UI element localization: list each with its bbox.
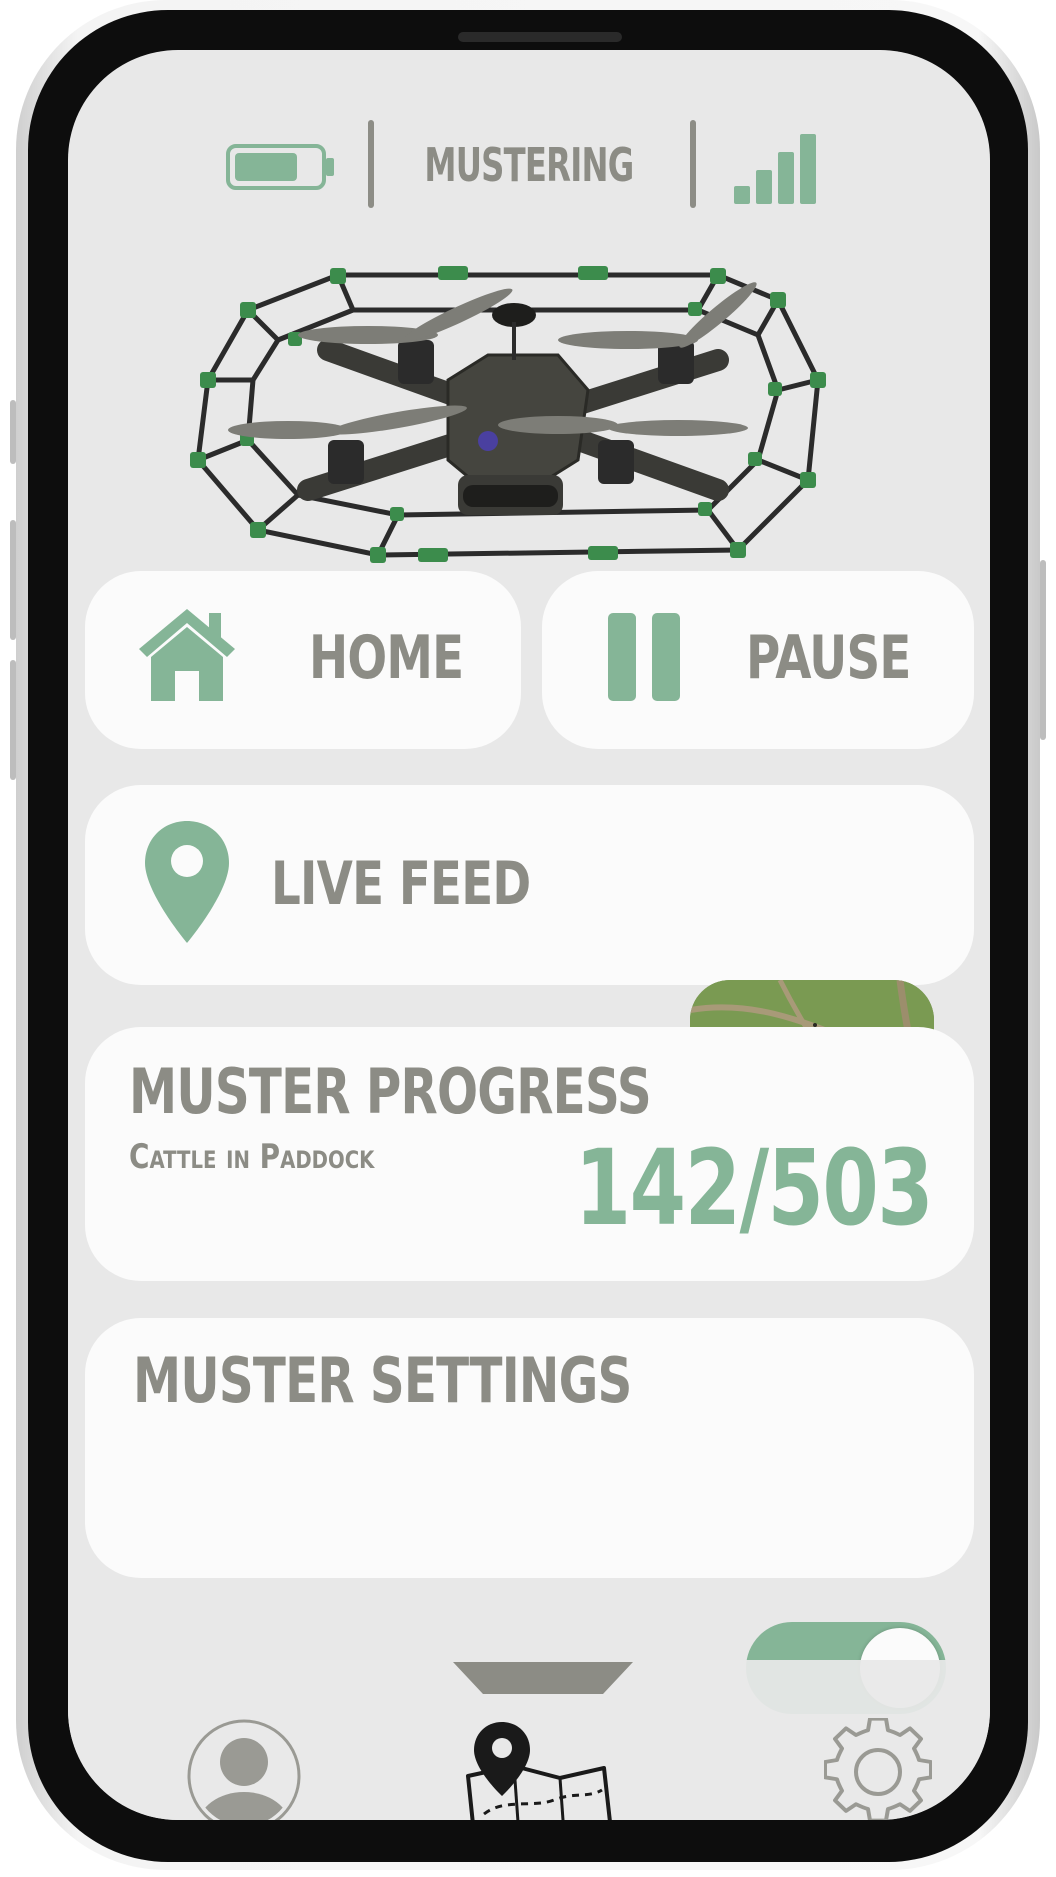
status-divider	[690, 120, 696, 208]
muster-count: 142/503	[574, 1127, 934, 1249]
nav-handle[interactable]	[453, 1662, 633, 1696]
live-feed-label: LIVE FEED	[271, 849, 531, 919]
signal-bar	[778, 152, 794, 204]
gear-icon[interactable]	[824, 1718, 932, 1820]
pause-button[interactable]: PAUSE	[542, 571, 974, 749]
muster-settings-card[interactable]: MUSTER SETTINGS	[85, 1318, 974, 1578]
side-button	[10, 520, 16, 640]
battery-icon	[226, 144, 334, 190]
pause-icon	[608, 613, 680, 701]
phone-frame: MUSTERING HOME PAUSE LIVE FEED MUSTER PR…	[10, 0, 1046, 1877]
home-button[interactable]: HOME	[85, 571, 521, 749]
muster-progress-subtitle: Cattle in Paddock	[129, 1137, 375, 1177]
pause-label: PAUSE	[746, 623, 911, 693]
side-button	[10, 660, 16, 780]
house-icon	[139, 609, 235, 701]
speaker-grille	[458, 32, 622, 42]
status-divider	[368, 120, 374, 208]
app-screen: MUSTERING HOME PAUSE LIVE FEED MUSTER PR…	[68, 50, 990, 1820]
live-feed-button[interactable]: LIVE FEED	[85, 785, 974, 985]
map-icon[interactable]	[464, 1718, 614, 1820]
muster-progress-title: MUSTER PROGRESS	[129, 1055, 652, 1128]
signal-bar	[800, 134, 816, 204]
signal-bar	[734, 186, 750, 204]
signal-strength-icon	[734, 134, 816, 204]
signal-bar	[756, 170, 772, 204]
side-button	[10, 400, 16, 464]
user-icon[interactable]	[186, 1718, 302, 1820]
status-bar: MUSTERING	[68, 50, 990, 250]
muster-progress-card: MUSTER PROGRESS Cattle in Paddock 142/50…	[85, 1027, 974, 1281]
drone-icon	[190, 266, 826, 563]
side-button	[1040, 560, 1046, 740]
map-pin-icon	[145, 821, 229, 943]
home-label: HOME	[309, 623, 464, 693]
mode-status: MUSTERING	[424, 138, 634, 192]
muster-settings-title: MUSTER SETTINGS	[133, 1344, 632, 1417]
